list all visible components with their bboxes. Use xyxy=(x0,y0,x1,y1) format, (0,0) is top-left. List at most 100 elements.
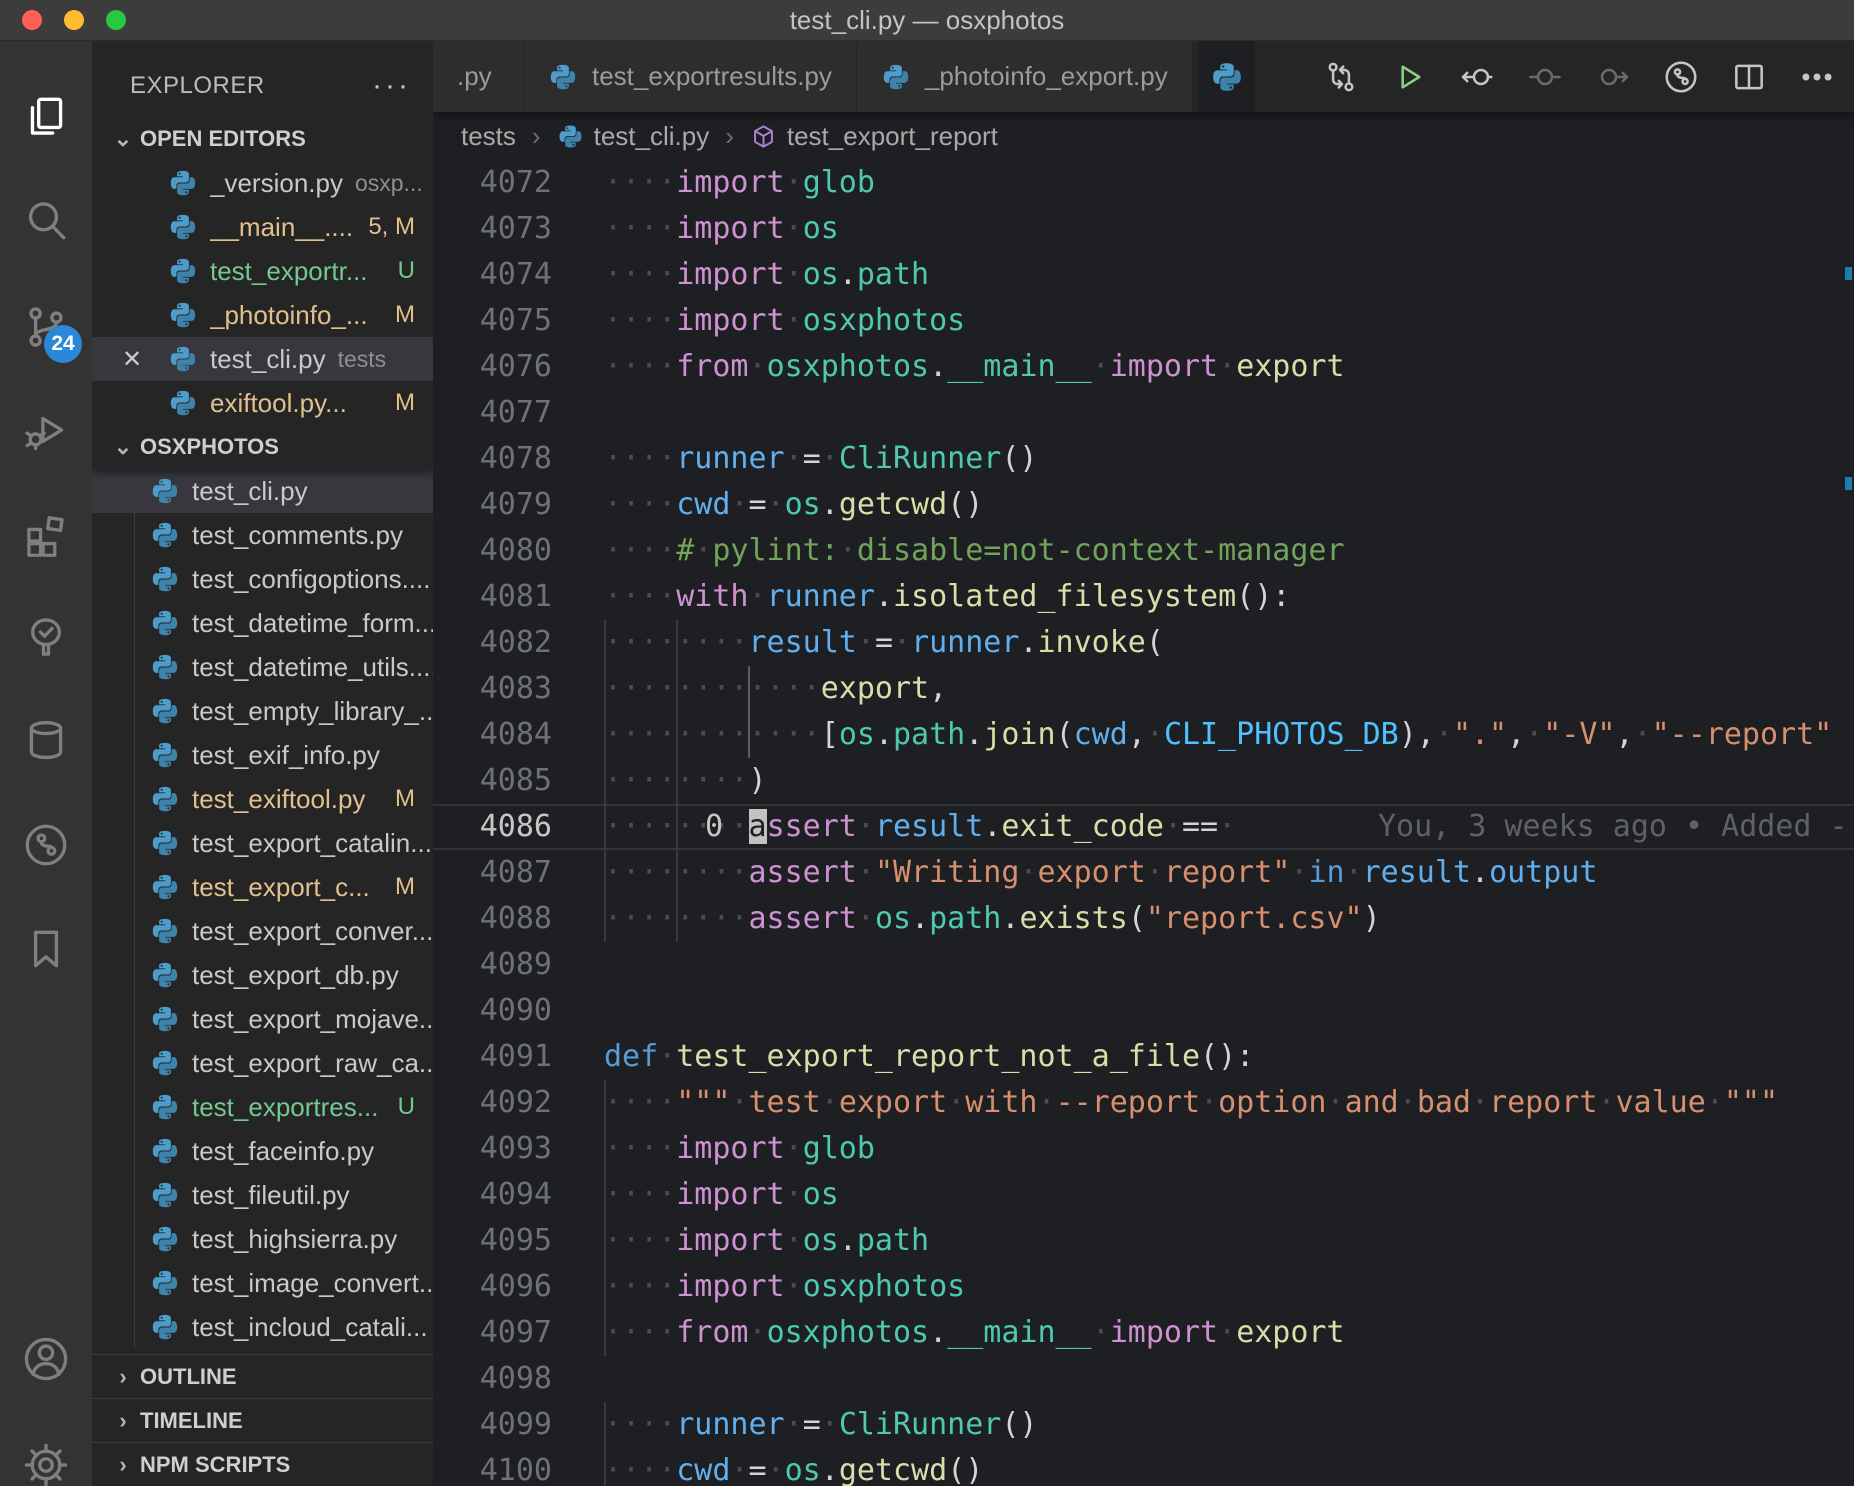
code-line-4083[interactable]: 4083············export, xyxy=(433,666,1854,712)
code-area[interactable]: 4072····import·glob4073····import·os4074… xyxy=(433,160,1854,1486)
step-dot-icon-button[interactable] xyxy=(1526,58,1564,96)
run-icon-button[interactable] xyxy=(1390,58,1428,96)
tab-.py[interactable]: .py xyxy=(433,41,524,112)
python-file-icon xyxy=(881,62,911,92)
code-line-4072[interactable]: 4072····import·glob xyxy=(433,160,1854,206)
activity-database-icon[interactable] xyxy=(0,713,92,769)
file-item-test_fileutil.py[interactable]: test_fileutil.py xyxy=(92,1173,433,1217)
code-line-4085[interactable]: 4085········) xyxy=(433,758,1854,804)
activity-bookmarks-icon[interactable] xyxy=(0,921,92,977)
code-line-4094[interactable]: 4094····import·os xyxy=(433,1172,1854,1218)
section-timeline[interactable]: ›TIMELINE xyxy=(92,1398,433,1442)
activity-run-debug-icon[interactable] xyxy=(0,402,92,458)
code-line-4078[interactable]: 4078····runner·=·CliRunner() xyxy=(433,436,1854,482)
project-section-header[interactable]: ⌄ OSXPHOTOS xyxy=(92,425,433,469)
code-line-4097[interactable]: 4097····from·osxphotos.__main__·import·e… xyxy=(433,1310,1854,1356)
open-editor-item-test_exportr...[interactable]: test_exportr...U xyxy=(92,249,433,293)
close-window-button[interactable] xyxy=(22,10,42,30)
explorer-more-button[interactable]: ··· xyxy=(372,69,411,103)
file-item-test_configoptions....[interactable]: test_configoptions.... xyxy=(92,557,433,601)
tab-_photoinfo_export.py[interactable]: _photoinfo_export.py xyxy=(857,41,1193,112)
code-line-4079[interactable]: 4079····cwd·=·os.getcwd() xyxy=(433,482,1854,528)
breadcrumb-item-test_export_report[interactable]: test_export_report xyxy=(750,121,998,152)
close-icon[interactable]: ✕ xyxy=(122,345,142,374)
code-line-4080[interactable]: 4080····#·pylint:·disable=not-context-ma… xyxy=(433,528,1854,574)
code-line-4090[interactable]: 4090 xyxy=(433,988,1854,1034)
file-item-test_exif_info.py[interactable]: test_exif_info.py xyxy=(92,733,433,777)
code-line-4075[interactable]: 4075····import·osxphotos xyxy=(433,298,1854,344)
step-back-icon-button[interactable] xyxy=(1458,58,1496,96)
code-line-4092[interactable]: 4092····"""·test·export·with·--report·op… xyxy=(433,1080,1854,1126)
code-line-4082[interactable]: 4082········result·=·runner.invoke( xyxy=(433,620,1854,666)
activity-test-tree-icon[interactable] xyxy=(0,609,92,665)
split-editor-icon-button[interactable] xyxy=(1730,58,1768,96)
section-npm-scripts[interactable]: ›NPM SCRIPTS xyxy=(92,1442,433,1486)
step-over-icon-button[interactable] xyxy=(1594,58,1632,96)
code-line-4096[interactable]: 4096····import·osxphotos xyxy=(433,1264,1854,1310)
code-line-4100[interactable]: 4100····cwd·=·os.getcwd() xyxy=(433,1448,1854,1486)
file-item-test_incloud_catali...[interactable]: test_incloud_catali... xyxy=(92,1305,433,1349)
code-line-4084[interactable]: 4084············[os.path.join(cwd,·CLI_P… xyxy=(433,712,1854,758)
python-file-icon xyxy=(150,1180,180,1210)
python-logo-icon[interactable] xyxy=(1199,41,1255,112)
code-line-4087[interactable]: 4087········assert·"Writing·export·repor… xyxy=(433,850,1854,896)
open-editor-item-test_cli.py[interactable]: ✕ test_cli.pytests xyxy=(92,337,433,381)
indent-guide xyxy=(676,896,678,942)
activity-extensions-icon[interactable] xyxy=(0,506,92,562)
code-line-4077[interactable]: 4077 xyxy=(433,390,1854,436)
file-item-test_datetime_form...[interactable]: test_datetime_form... xyxy=(92,601,433,645)
file-item-test_faceinfo.py[interactable]: test_faceinfo.py xyxy=(92,1129,433,1173)
file-item-test_empty_library_...[interactable]: test_empty_library_... xyxy=(92,689,433,733)
minimize-window-button[interactable] xyxy=(64,10,84,30)
activity-source-control-icon[interactable]: 24 xyxy=(0,299,92,355)
line-number: 4086 xyxy=(433,804,552,850)
file-item-test_highsierra.py[interactable]: test_highsierra.py xyxy=(92,1217,433,1261)
code-line-4098[interactable]: 4098 xyxy=(433,1356,1854,1402)
code-line-4091[interactable]: 4091def·test_export_report_not_a_file(): xyxy=(433,1034,1854,1080)
activity-search-icon[interactable] xyxy=(0,193,92,249)
activity-files-icon[interactable] xyxy=(0,89,92,145)
file-item-test_export_db.py[interactable]: test_export_db.py xyxy=(92,953,433,997)
file-item-test_export_c...[interactable]: test_export_c...M xyxy=(92,865,433,909)
file-label: exiftool.py... xyxy=(210,388,347,419)
code-line-4076[interactable]: 4076····from·osxphotos.__main__·import·e… xyxy=(433,344,1854,390)
file-item-test_export_raw_ca...[interactable]: test_export_raw_ca... xyxy=(92,1041,433,1085)
file-item-test_exportres...[interactable]: test_exportres...U xyxy=(92,1085,433,1129)
code-line-4095[interactable]: 4095····import·os.path xyxy=(433,1218,1854,1264)
breadcrumb-item-test_cli.py[interactable]: test_cli.py xyxy=(557,121,710,152)
code-line-4086[interactable]: 4086········assert·result.exit_code·==·0… xyxy=(433,804,1854,850)
code-line-4099[interactable]: 4099····runner·=·CliRunner() xyxy=(433,1402,1854,1448)
file-item-test_cli.py[interactable]: test_cli.py xyxy=(92,469,433,513)
source-control-badge: 24 xyxy=(44,325,82,363)
open-editors-header[interactable]: ⌄ OPEN EDITORS xyxy=(92,117,433,161)
file-item-test_exiftool.py[interactable]: test_exiftool.pyM xyxy=(92,777,433,821)
file-item-test_image_convert...[interactable]: test_image_convert... xyxy=(92,1261,433,1305)
file-item-test_comments.py[interactable]: test_comments.py xyxy=(92,513,433,557)
indent-guide xyxy=(604,1172,606,1218)
file-item-test_export_conver...[interactable]: test_export_conver... xyxy=(92,909,433,953)
breadcrumb-item-tests[interactable]: tests xyxy=(461,121,516,152)
git-graph-icon-button[interactable] xyxy=(1662,58,1700,96)
open-editor-item-__main__....[interactable]: __main__....5, M xyxy=(92,205,433,249)
code-line-4093[interactable]: 4093····import·glob xyxy=(433,1126,1854,1172)
file-item-test_export_catalin...[interactable]: test_export_catalin... xyxy=(92,821,433,865)
file-item-test_datetime_utils....[interactable]: test_datetime_utils.... xyxy=(92,645,433,689)
activity-git-graph-icon[interactable] xyxy=(0,817,92,873)
section-outline[interactable]: ›OUTLINE xyxy=(92,1354,433,1398)
code-line-4081[interactable]: 4081····with·runner.isolated_filesystem(… xyxy=(433,574,1854,620)
code-line-4073[interactable]: 4073····import·os xyxy=(433,206,1854,252)
code-line-4089[interactable]: 4089 xyxy=(433,942,1854,988)
tab-test_exportresults.py[interactable]: test_exportresults.py xyxy=(524,41,857,112)
activity-settings-gear-icon[interactable] xyxy=(0,1437,92,1486)
compare-changes-icon-button[interactable] xyxy=(1322,58,1360,96)
project-file-list: test_cli.py test_comments.py test_config… xyxy=(92,469,433,1349)
open-editor-item-_photoinfo_...[interactable]: _photoinfo_...M xyxy=(92,293,433,337)
activity-account-icon[interactable] xyxy=(0,1331,92,1387)
code-line-4074[interactable]: 4074····import·os.path xyxy=(433,252,1854,298)
open-editor-item-_version.py[interactable]: _version.pyosxp... xyxy=(92,161,433,205)
code-line-4088[interactable]: 4088········assert·os.path.exists("repor… xyxy=(433,896,1854,942)
open-editor-item-exiftool.py...[interactable]: exiftool.py...M xyxy=(92,381,433,425)
file-item-test_export_mojave...[interactable]: test_export_mojave... xyxy=(92,997,433,1041)
more-actions-icon-button[interactable] xyxy=(1798,58,1836,96)
zoom-window-button[interactable] xyxy=(106,10,126,30)
